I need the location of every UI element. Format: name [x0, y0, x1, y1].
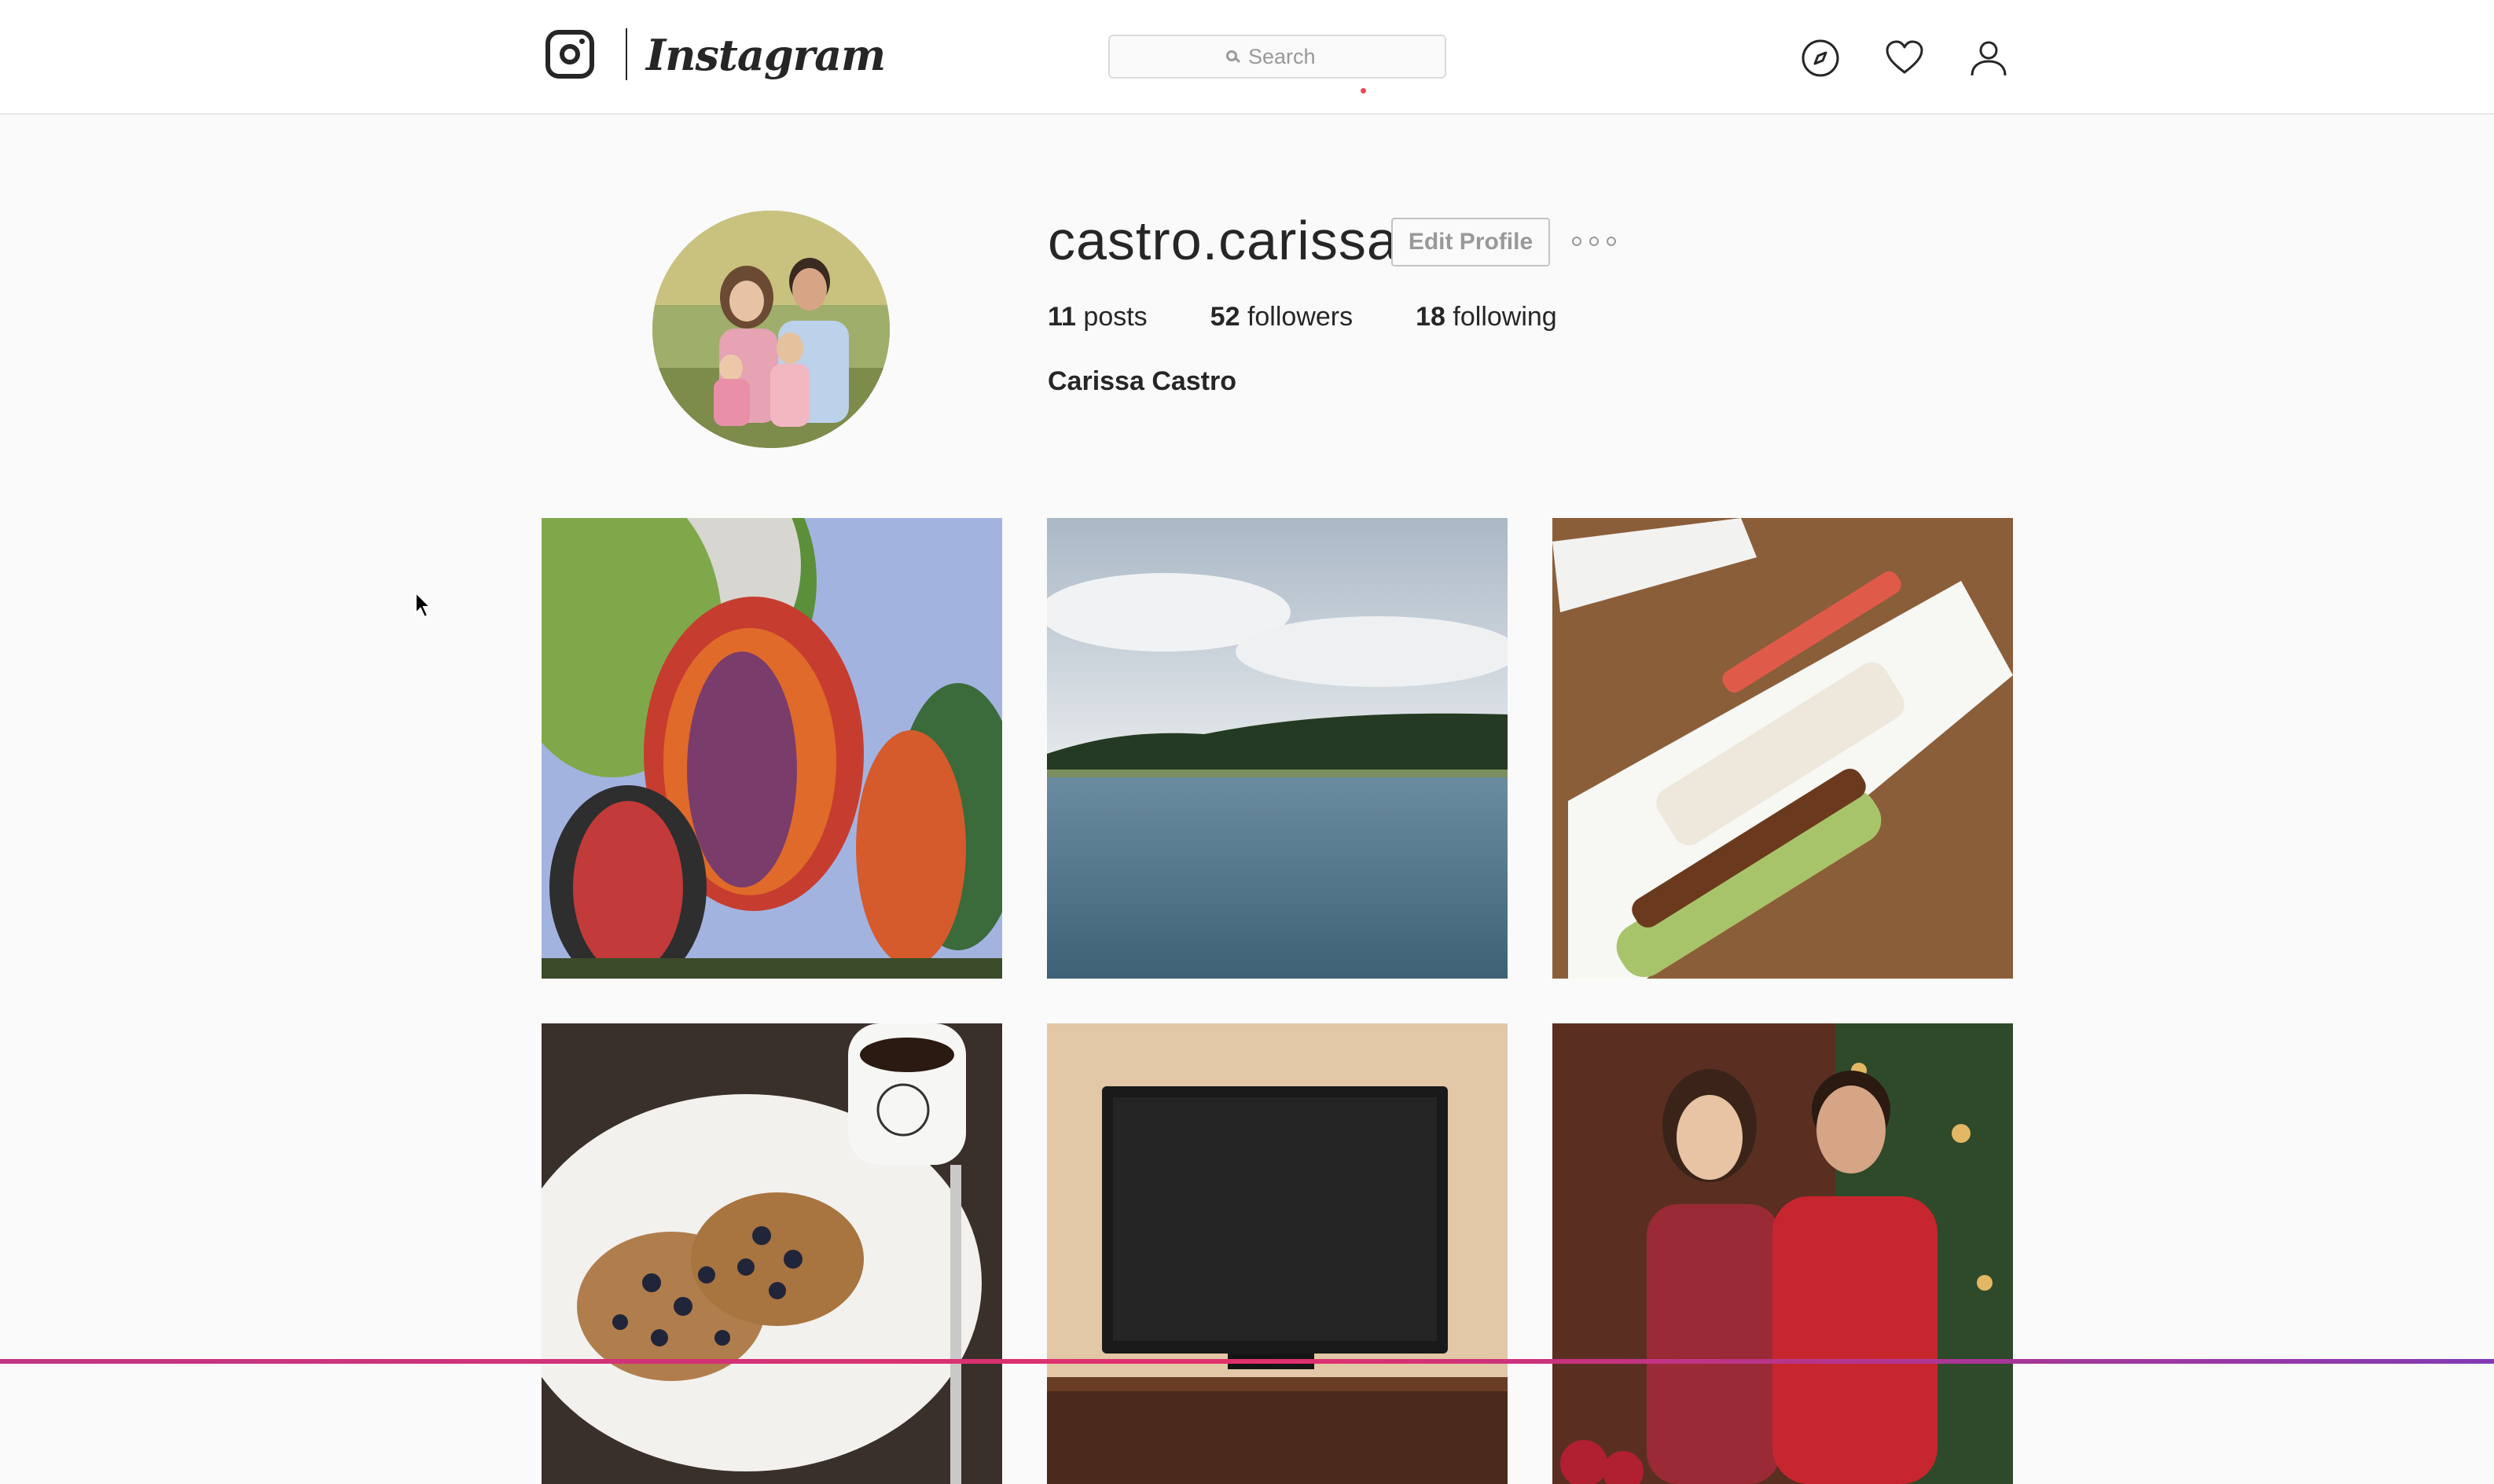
instagram-camera-icon[interactable] [545, 30, 594, 79]
stat-count: 52 [1210, 302, 1240, 332]
top-nav-bar: Instagram [0, 0, 2494, 115]
notification-dot [1361, 88, 1366, 94]
profile-stats: 11 posts 52 followers 18 following [1048, 297, 1620, 336]
profile-full-name: Carissa Castro [1048, 366, 1237, 396]
post-tile-sushi[interactable] [1552, 518, 2013, 979]
stat-followers[interactable]: 52 followers [1210, 297, 1353, 336]
stat-label: following [1453, 302, 1557, 332]
post-tile-lake[interactable] [1047, 518, 1508, 979]
search-icon [1226, 50, 1237, 61]
post-tile-television[interactable] [1047, 1023, 1508, 1484]
stat-posts[interactable]: 11 posts [1048, 297, 1148, 336]
stat-following[interactable]: 18 following [1416, 297, 1557, 336]
post-tile-couple[interactable] [1552, 1023, 2013, 1484]
more-options-dot [1572, 237, 1581, 246]
compass-icon[interactable] [1800, 38, 1841, 79]
more-options-dot [1607, 237, 1616, 246]
more-options-dot [1589, 237, 1599, 246]
search-box[interactable] [1108, 35, 1446, 79]
profile-username: castro.carissa [1048, 210, 1398, 271]
stat-label: followers [1247, 302, 1354, 332]
post-tile-balloons[interactable] [542, 518, 1002, 979]
mouse-cursor-icon [415, 591, 432, 619]
stat-count: 11 [1048, 302, 1076, 332]
top-nav-inner: Instagram [541, 0, 2012, 113]
instagram-wordmark[interactable]: Instagram [646, 24, 886, 86]
user-icon[interactable] [1968, 38, 2009, 79]
more-options-icon[interactable] [1572, 233, 1616, 250]
logo-divider [626, 28, 627, 80]
search-input[interactable] [1247, 43, 1328, 70]
post-tile-waffles[interactable] [542, 1023, 1002, 1484]
edit-profile-button[interactable]: Edit Profile [1391, 218, 1550, 266]
profile-avatar[interactable] [652, 211, 890, 448]
bottom-gradient-bar [0, 1359, 2494, 1364]
stat-count: 18 [1416, 302, 1445, 332]
stat-label: posts [1083, 302, 1148, 332]
heart-icon[interactable] [1884, 38, 1925, 79]
